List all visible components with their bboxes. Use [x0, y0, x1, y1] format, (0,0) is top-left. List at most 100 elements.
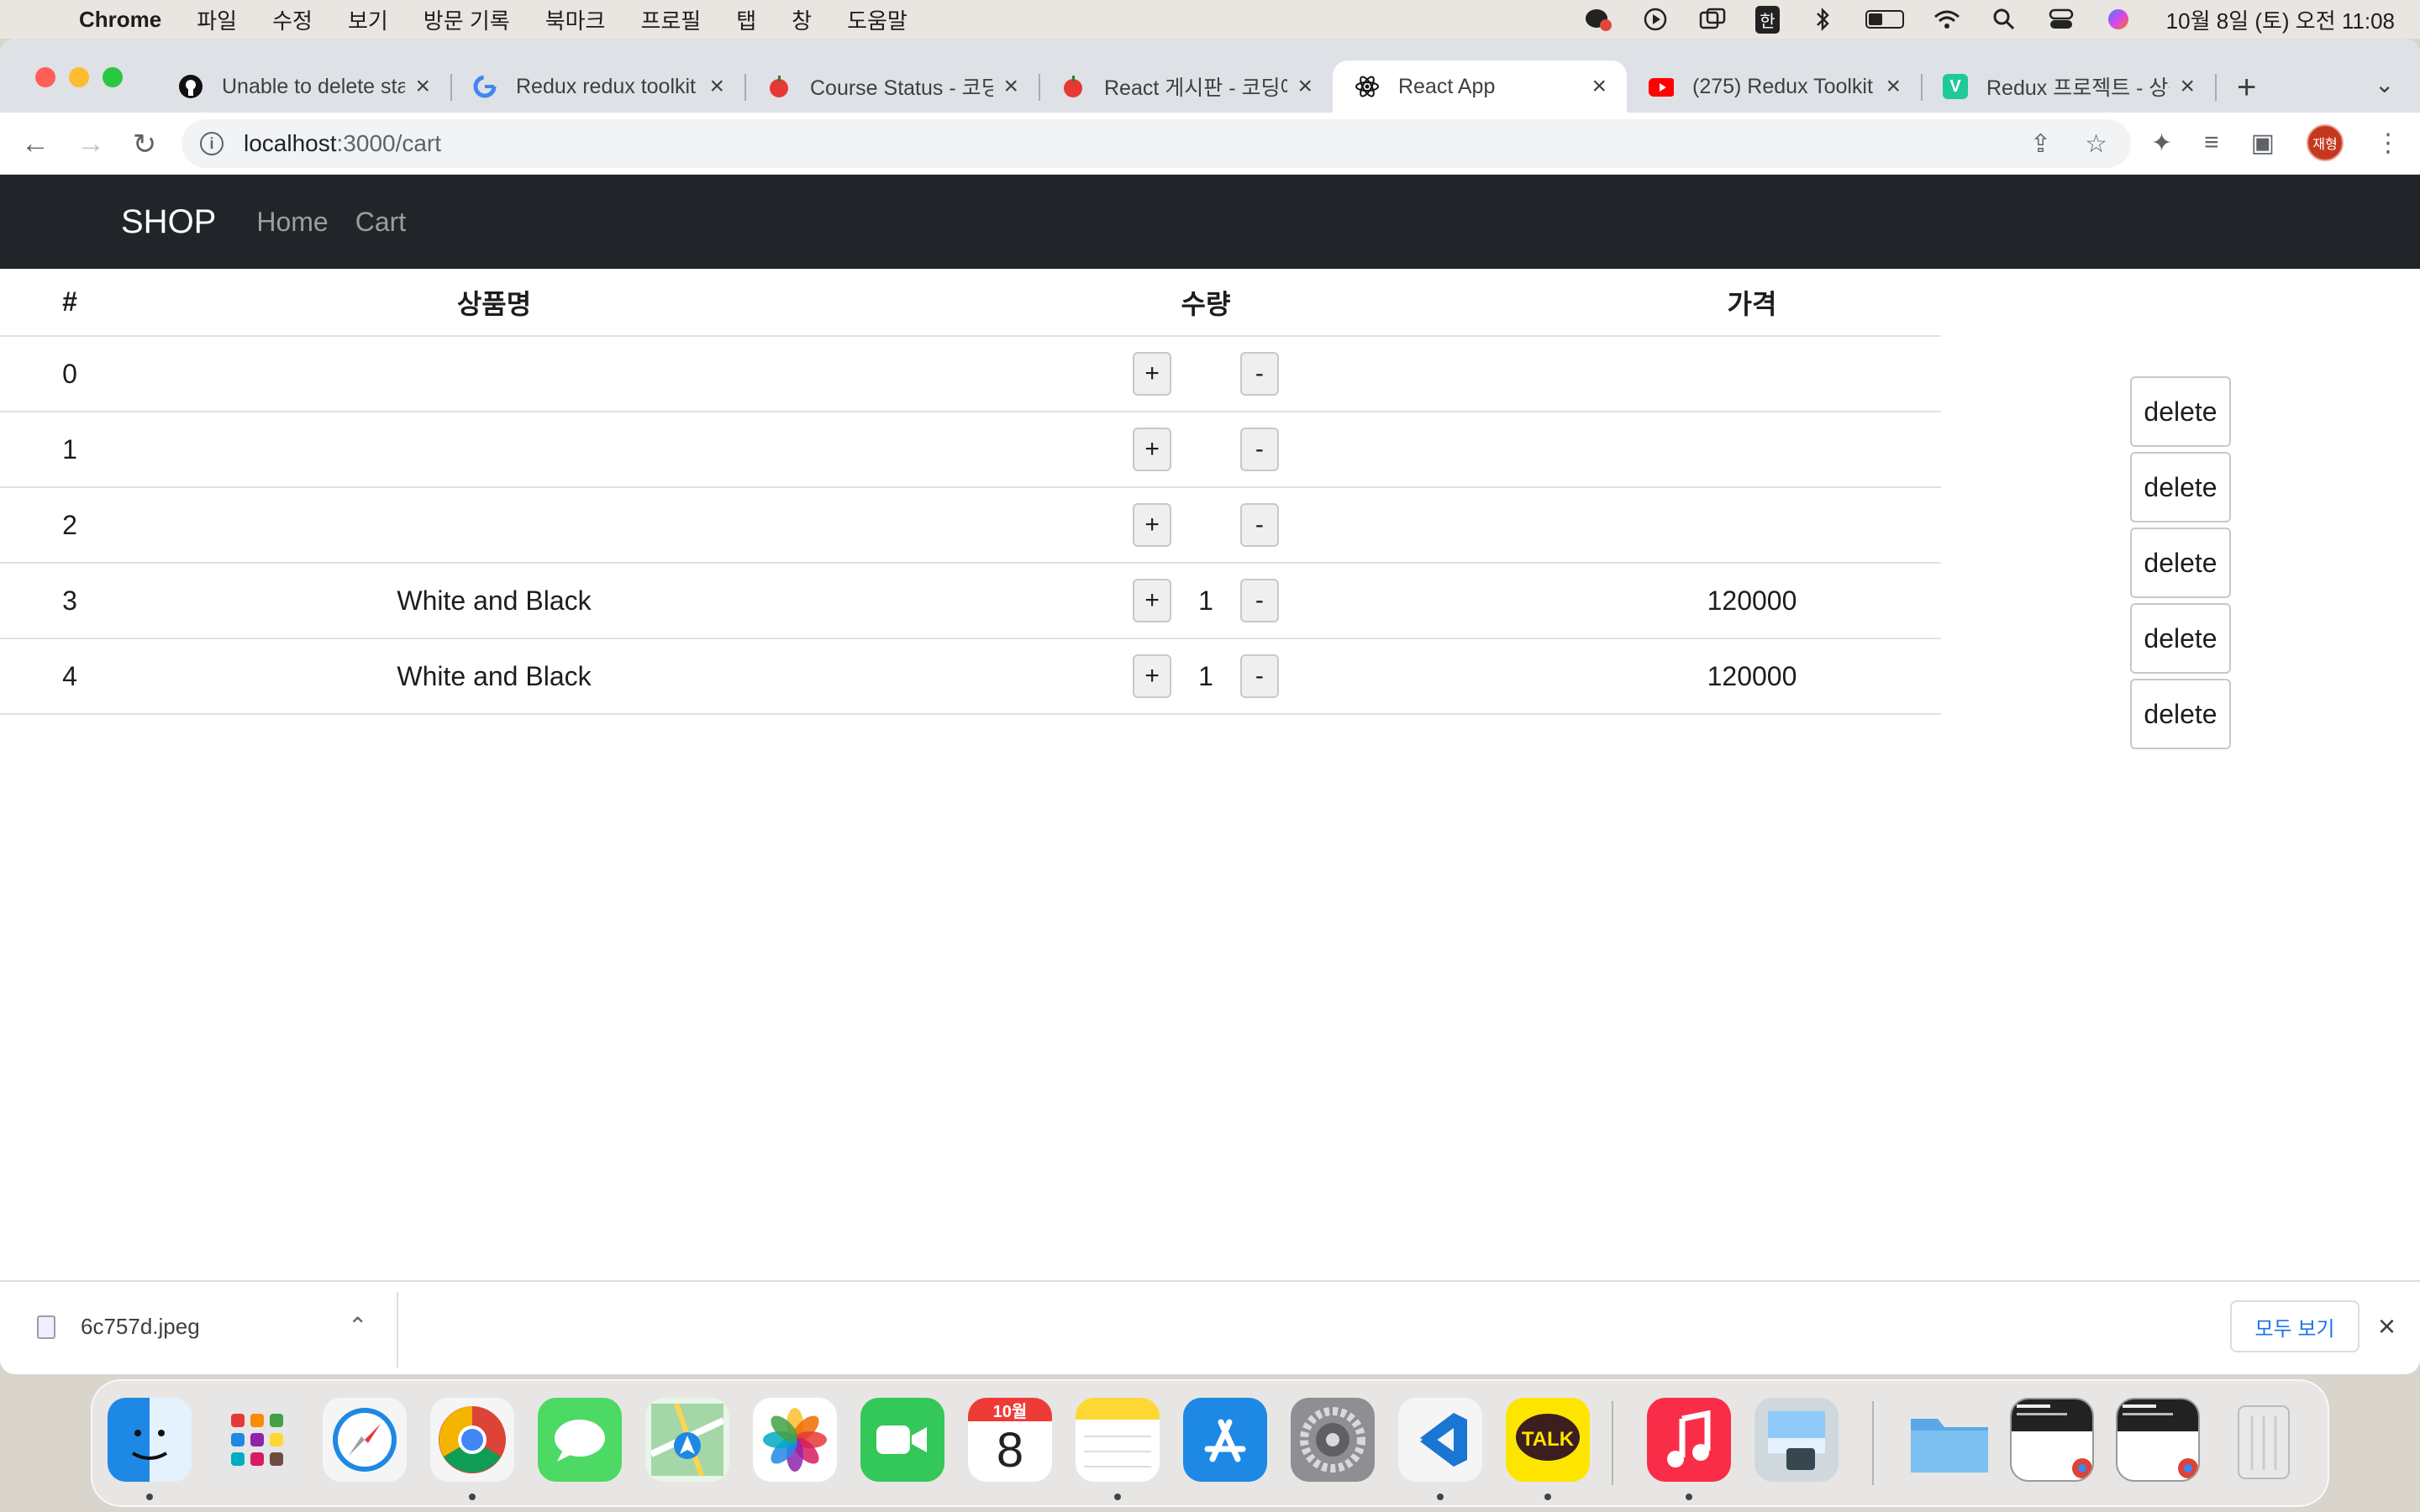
decrease-button[interactable]: -: [1239, 654, 1279, 698]
nav-link-home[interactable]: Home: [256, 207, 328, 238]
zoom-window-button[interactable]: [103, 67, 123, 87]
profile-avatar[interactable]: 재형: [2307, 124, 2344, 161]
menu-tab[interactable]: 탭: [736, 4, 756, 35]
close-window-button[interactable]: [35, 67, 55, 87]
preview-icon[interactable]: [1754, 1398, 1839, 1482]
forward-arrow-icon[interactable]: →: [74, 128, 108, 160]
screen-mirror-icon[interactable]: [1698, 8, 1727, 31]
decrease-button[interactable]: -: [1239, 428, 1279, 471]
more-menu-icon[interactable]: ⋮: [2375, 129, 2401, 158]
trash-icon[interactable]: [2222, 1398, 2306, 1482]
kakaotalk-icon[interactable]: TALK: [1506, 1398, 1590, 1482]
safari-icon[interactable]: [323, 1398, 407, 1482]
spotlight-search-icon[interactable]: [1990, 8, 2018, 31]
close-download-bar-icon[interactable]: ×: [2378, 1309, 2396, 1344]
menu-edit[interactable]: 수정: [272, 4, 313, 35]
tab-google[interactable]: Redux redux toolkit ×: [450, 60, 744, 113]
row-index: 1: [0, 412, 139, 488]
menu-file[interactable]: 파일: [197, 4, 237, 35]
minimize-window-button[interactable]: [69, 67, 89, 87]
bluetooth-icon[interactable]: [1808, 7, 1837, 32]
increase-button[interactable]: +: [1133, 352, 1172, 396]
media-play-icon[interactable]: [1641, 8, 1670, 31]
delete-button[interactable]: delete: [2130, 603, 2231, 674]
address-bar[interactable]: i localhost :3000/cart ⇪ ☆: [182, 119, 2131, 168]
delete-button[interactable]: delete: [2130, 452, 2231, 522]
vscode-icon[interactable]: [1398, 1398, 1482, 1482]
input-method-indicator[interactable]: 한: [1755, 5, 1780, 34]
notification-chat-icon[interactable]: [1584, 8, 1612, 31]
chrome-icon[interactable]: [430, 1398, 514, 1482]
system-preferences-icon[interactable]: [1291, 1398, 1375, 1482]
wifi-icon[interactable]: [1933, 8, 1961, 31]
menu-bookmarks[interactable]: 북마크: [545, 4, 606, 35]
back-arrow-icon[interactable]: ←: [18, 128, 52, 160]
tab-close-icon[interactable]: ×: [709, 72, 724, 101]
reload-icon[interactable]: ↻: [128, 128, 161, 161]
menu-history[interactable]: 방문 기록: [424, 4, 510, 35]
battery-icon[interactable]: [1865, 10, 1904, 29]
decrease-button[interactable]: -: [1239, 503, 1279, 547]
tab-search-chevron-icon[interactable]: ⌄: [2375, 71, 2394, 98]
show-all-downloads-button[interactable]: 모두 보기: [2230, 1300, 2360, 1352]
quantity-cell: + -: [849, 412, 1563, 488]
site-info-icon[interactable]: i: [200, 132, 224, 155]
chevron-up-icon[interactable]: ⌃: [348, 1312, 367, 1340]
tab-close-icon[interactable]: ×: [1297, 72, 1313, 101]
tab-velog[interactable]: V Redux 프로젝트 - 상품 ×: [1921, 60, 2215, 113]
calendar-icon[interactable]: 10월 8: [968, 1398, 1052, 1482]
app-menu[interactable]: Chrome: [79, 7, 161, 33]
tab-react-board[interactable]: React 게시판 - 코딩애 ×: [1039, 60, 1333, 113]
menu-profiles[interactable]: 프로필: [640, 4, 701, 35]
app-store-icon[interactable]: [1183, 1398, 1267, 1482]
menu-view[interactable]: 보기: [348, 4, 388, 35]
increase-button[interactable]: +: [1133, 654, 1172, 698]
menu-window[interactable]: 창: [792, 4, 812, 35]
tab-youtube[interactable]: (275) Redux Toolkit ×: [1627, 60, 1921, 113]
tab-course-status[interactable]: Course Status - 코딩 ×: [744, 60, 1039, 113]
media-queue-icon[interactable]: ≡: [2204, 129, 2219, 157]
delete-button[interactable]: delete: [2130, 679, 2231, 749]
nav-link-cart[interactable]: Cart: [355, 207, 406, 238]
finder-icon[interactable]: [108, 1398, 192, 1482]
tab-close-icon[interactable]: ×: [1591, 72, 1607, 101]
increase-button[interactable]: +: [1133, 579, 1172, 622]
delete-button[interactable]: delete: [2130, 376, 2231, 447]
siri-icon[interactable]: [2104, 8, 2133, 31]
tab-github[interactable]: Unable to delete sta ×: [156, 60, 450, 113]
download-item[interactable]: 6c757d.jpeg: [37, 1314, 200, 1340]
tab-react-app[interactable]: React App ×: [1333, 60, 1627, 113]
increase-button[interactable]: +: [1133, 428, 1172, 471]
bookmark-star-icon[interactable]: ☆: [2085, 129, 2107, 159]
image-file-icon: [37, 1315, 55, 1339]
delete-button[interactable]: delete: [2130, 528, 2231, 598]
decrease-button[interactable]: -: [1239, 579, 1279, 622]
chrome-window-thumbnail[interactable]: [2116, 1398, 2200, 1482]
share-icon[interactable]: ⇪: [2030, 129, 2051, 159]
messages-icon[interactable]: [538, 1398, 622, 1482]
facetime-icon[interactable]: [860, 1398, 944, 1482]
notes-icon[interactable]: [1076, 1398, 1160, 1482]
decrease-button[interactable]: -: [1239, 352, 1279, 396]
folder-icon[interactable]: [1907, 1398, 1991, 1482]
menubar-clock[interactable]: 10월 8일 (토) 오전 11:08: [2166, 4, 2395, 35]
music-icon[interactable]: [1647, 1398, 1731, 1482]
side-panel-icon[interactable]: ▣: [2251, 129, 2275, 158]
photos-icon[interactable]: [753, 1398, 837, 1482]
react-icon: [1355, 74, 1380, 99]
launchpad-icon[interactable]: [215, 1398, 299, 1482]
chrome-window-thumbnail[interactable]: [2010, 1398, 2094, 1482]
control-center-icon[interactable]: [2047, 8, 2075, 31]
increase-button[interactable]: +: [1133, 503, 1172, 547]
extensions-puzzle-icon[interactable]: ✦: [2151, 129, 2172, 158]
tab-close-icon[interactable]: ×: [2180, 72, 2195, 101]
maps-icon[interactable]: [645, 1398, 729, 1482]
tab-title: Unable to delete sta: [222, 74, 406, 98]
tab-close-icon[interactable]: ×: [1886, 72, 1901, 101]
brand-logo[interactable]: SHOP: [121, 203, 216, 241]
tab-title: React App: [1398, 74, 1496, 98]
tab-close-icon[interactable]: ×: [415, 72, 430, 101]
tab-close-icon[interactable]: ×: [1003, 72, 1018, 101]
new-tab-plus-icon[interactable]: +: [2237, 69, 2256, 107]
menu-help[interactable]: 도움말: [847, 4, 908, 35]
